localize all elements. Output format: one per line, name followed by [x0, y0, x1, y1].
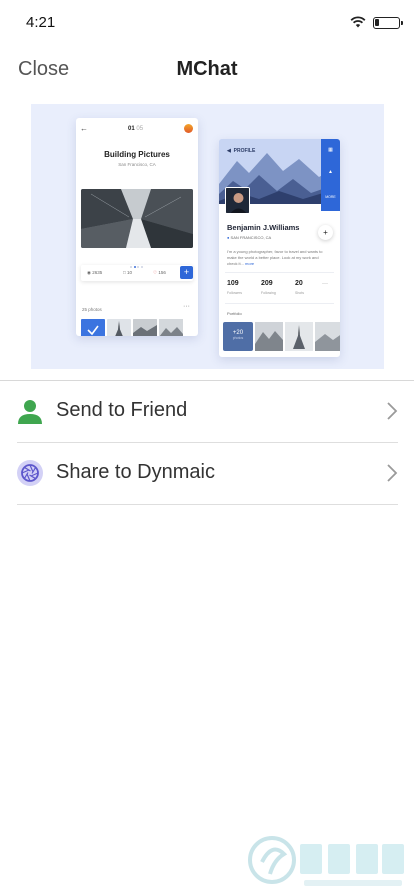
send-to-friend-row[interactable]: Send to Friend [16, 381, 398, 441]
grid-icon: ▦ [328, 147, 333, 153]
more-icon: ··· [183, 303, 190, 310]
stat-followers-value: 109 [227, 280, 239, 287]
row-divider [17, 504, 398, 505]
status-bar: 4:21 [0, 0, 414, 44]
portfolio-label: Portfolio [227, 311, 242, 316]
comments-count: □ 10 [123, 270, 132, 275]
avatar [184, 124, 193, 133]
thumb-mountain [159, 319, 183, 336]
profile-avatar [225, 187, 250, 214]
back-arrow-icon: ← [80, 124, 88, 133]
profile-header-label: ◀ PROFILE [227, 148, 256, 154]
send-to-friend-label: Send to Friend [56, 399, 188, 421]
person-icon [18, 400, 42, 424]
chevron-right-icon [387, 402, 398, 420]
card-subtitle: San Francisco, CA [118, 162, 156, 167]
thumb-eiffel [107, 319, 131, 336]
stat-following-label: Following [261, 291, 276, 295]
wifi-icon [350, 16, 366, 28]
page-total: 05 [136, 126, 144, 132]
photos-count: 25 photos [82, 307, 102, 312]
share-to-dynamic-row[interactable]: Share to Dynmaic [16, 443, 398, 503]
thumb-rocks [133, 319, 157, 336]
profile-location: ● SAN FRANCISCO, CA [227, 235, 272, 240]
portfolio-thumb-mountain [255, 322, 283, 351]
watermark-logo [248, 836, 404, 886]
views-count: ◉ 2635 [87, 270, 103, 275]
bell-icon: ▲ [328, 169, 333, 175]
more-icon: ··· [322, 281, 328, 287]
page-current: 01 [128, 126, 135, 132]
preview-card-building: ← 01 05 Building Pictures San Francisco,… [76, 118, 198, 336]
stats-bar: ◉ 2635 □ 10 ♡ 156 + [81, 265, 193, 281]
stat-followers-label: Followers [227, 291, 242, 295]
preview-card-profile: ◀ PROFILE ▦ ▲ MORE Benjamin J.Williams ●… [219, 139, 340, 357]
more-photos-tile: +20 photos [223, 322, 253, 351]
page-indicator: 01 05 [128, 126, 143, 132]
portfolio-thumb-eiffel [285, 322, 313, 351]
thumb-selected [81, 319, 105, 336]
profile-name: Benjamin J.Williams [227, 223, 300, 232]
share-preview-image: ← 01 05 Building Pictures San Francisco,… [31, 104, 384, 369]
chevron-right-icon [387, 464, 398, 482]
profile-bio: I'm a young photographer, favor to trave… [227, 249, 323, 266]
stat-shots-value: 20 [295, 280, 303, 287]
building-photo [81, 189, 193, 248]
more-button: MORE [325, 195, 336, 199]
share-to-dynamic-label: Share to Dynmaic [56, 461, 215, 483]
aperture-icon [17, 460, 43, 486]
stat-following-value: 209 [261, 280, 273, 287]
portfolio-thumb-landscape [315, 322, 340, 351]
battery-icon [373, 17, 403, 29]
nav-bar: Close MChat [0, 52, 414, 88]
card-title: Building Pictures [104, 150, 170, 159]
profile-side-menu: ▦ ▲ MORE [321, 139, 340, 211]
page-title: MChat [176, 58, 238, 80]
status-time: 4:21 [26, 14, 56, 31]
add-icon: + [180, 266, 193, 279]
likes-count: ♡ 156 [153, 270, 166, 275]
follow-icon: + [318, 225, 333, 240]
stat-shots-label: Shots [295, 291, 304, 295]
